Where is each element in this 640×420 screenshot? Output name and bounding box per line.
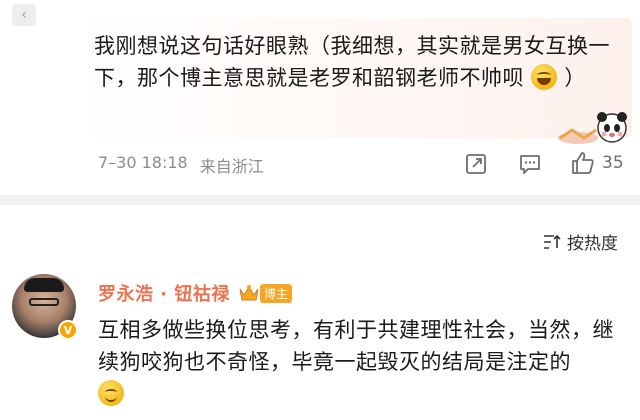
reply-author-row: 罗永浩 · 钮祜禄 博主 xyxy=(98,280,292,306)
back-button[interactable]: ‹ xyxy=(12,4,36,26)
like-icon[interactable] xyxy=(570,150,596,176)
comment-time: 7–30 18:18 xyxy=(98,153,188,172)
host-badge: 博主 xyxy=(259,283,292,303)
sort-button[interactable]: 按热度 xyxy=(543,229,618,254)
share-icon[interactable] xyxy=(464,152,488,176)
reply-text: 互相多做些换位思考，有利于共建理性社会，当然，继续狗咬狗也不奇怪，毕竟一起毁灭的… xyxy=(98,314,628,410)
reply-body: 互相多做些换位思考，有利于共建理性社会，当然，继续狗咬狗也不奇怪，毕竟一起毁灭的… xyxy=(98,318,614,374)
sort-icon xyxy=(544,234,561,249)
chevron-left-icon: ‹ xyxy=(21,7,27,23)
comment-icon[interactable] xyxy=(518,152,542,176)
comment-text: 我刚想说这句话好眼熟（我细想，其实就是男女互换一下，那个博主意思就是老罗和韶钢老… xyxy=(94,30,614,94)
laugh-emoji-icon xyxy=(531,64,558,90)
comment-meta: 7–30 18:18 来自浙江 xyxy=(98,153,264,177)
verified-badge-icon: V xyxy=(58,320,78,340)
smile-emoji-icon xyxy=(98,380,124,406)
comment-body-tail: ） xyxy=(564,66,586,90)
panda-sticker-icon xyxy=(558,112,627,144)
sort-label: 按热度 xyxy=(567,234,618,254)
section-divider xyxy=(0,195,640,205)
reply-author-name[interactable]: 罗永浩 · 钮祜禄 xyxy=(98,280,230,306)
comment-location: 来自浙江 xyxy=(199,157,264,176)
crown-icon xyxy=(239,285,259,301)
like-count: 35 xyxy=(602,153,624,173)
